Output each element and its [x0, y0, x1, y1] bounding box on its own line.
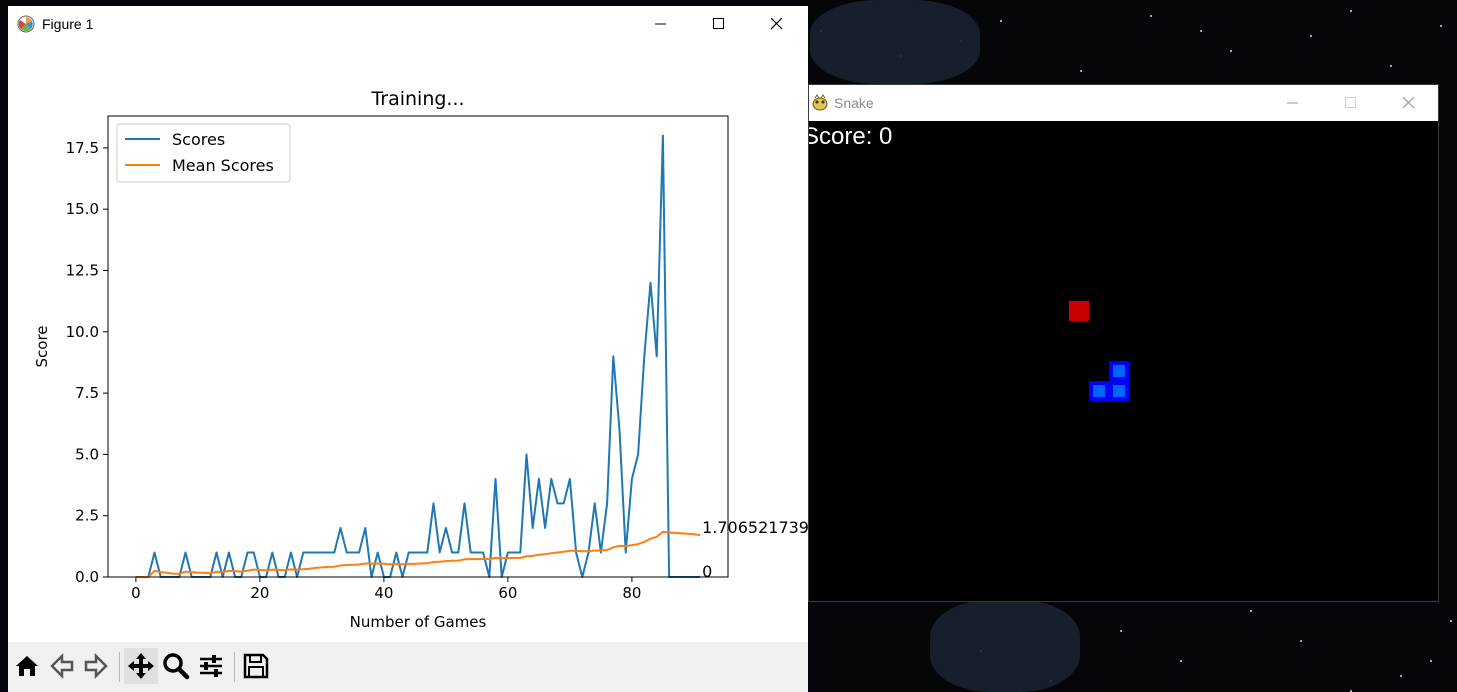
figure-title: Figure 1 — [42, 16, 94, 32]
pan-icon — [128, 653, 154, 679]
close-button[interactable] — [748, 6, 806, 42]
y-tick-label: 7.5 — [75, 384, 99, 402]
food-block — [1069, 301, 1089, 321]
forward-arrow-icon — [84, 652, 108, 680]
maximize-icon — [1345, 97, 1356, 108]
close-icon — [771, 18, 783, 30]
x-tick-label: 20 — [250, 584, 269, 602]
pygame-icon — [812, 94, 828, 111]
snake-head — [1109, 361, 1129, 381]
star — [1350, 10, 1352, 12]
y-tick-label: 0.0 — [75, 568, 99, 586]
star — [1080, 70, 1082, 72]
home-icon — [16, 656, 38, 676]
star — [1120, 630, 1122, 632]
chart-title: Training... — [370, 88, 464, 110]
pan-tool[interactable] — [124, 648, 158, 684]
y-tick-label: 10.0 — [66, 323, 99, 341]
x-tick-label: 40 — [374, 584, 393, 602]
x-tick-label: 80 — [622, 584, 641, 602]
save-icon — [243, 653, 269, 679]
star — [1430, 660, 1432, 662]
configure-subplots-tool[interactable] — [194, 648, 228, 684]
wallpaper-shape — [930, 600, 1080, 692]
maximize-button[interactable] — [690, 6, 748, 42]
snake-maximize-button[interactable] — [1322, 85, 1380, 121]
star — [1180, 660, 1182, 662]
minimize-icon — [655, 23, 666, 25]
star — [1300, 640, 1302, 642]
legend-label: Scores — [172, 130, 225, 149]
star — [1200, 30, 1202, 32]
star — [1000, 20, 1002, 22]
sliders-icon — [200, 655, 222, 677]
zoom-icon — [163, 653, 190, 680]
back-tool[interactable] — [45, 648, 79, 684]
save-tool[interactable] — [239, 648, 273, 684]
star — [1310, 35, 1312, 37]
maximize-icon — [713, 18, 724, 29]
star — [1250, 610, 1252, 612]
y-tick-label: 5.0 — [75, 445, 99, 463]
snake-title: Snake — [834, 95, 874, 111]
series-line-scores — [135, 134, 701, 578]
snake-minimize-button[interactable] — [1264, 85, 1322, 121]
game-canvas[interactable]: Score: 0 — [809, 121, 1438, 601]
y-tick-label: 15.0 — [66, 200, 99, 218]
matplotlib-icon — [17, 15, 35, 33]
y-tick-label: 12.5 — [66, 261, 99, 279]
legend-label: Mean Scores — [172, 156, 274, 175]
home-tool[interactable] — [10, 648, 44, 684]
line-chart: 0 20 40 60 80 0.0 2.5 5.0 7.5 10.0 12.5 15.0 17.5 Tra… — [33, 88, 829, 631]
x-tick-label: 60 — [498, 584, 517, 602]
back-arrow-icon — [50, 652, 74, 680]
score-label: Score: 0 — [809, 123, 893, 150]
star — [1440, 25, 1442, 27]
toolbar-separator — [119, 652, 120, 682]
snake-window[interactable]: Snake Score: 0 — [808, 84, 1439, 602]
star — [1390, 65, 1392, 67]
star — [1400, 675, 1402, 677]
value-annotation: 0 — [702, 562, 712, 581]
close-icon — [1403, 97, 1415, 109]
forward-tool[interactable] — [79, 648, 113, 684]
snake-close-button[interactable] — [1380, 85, 1438, 121]
plot-canvas[interactable]: 0 20 40 60 80 0.0 2.5 5.0 7.5 10.0 12.5 15.0 17.5 Tra… — [8, 42, 829, 642]
zoom-tool[interactable] — [159, 648, 193, 684]
x-tick-label: 0 — [131, 584, 141, 602]
value-annotation: 1.70652173913 — [702, 518, 808, 537]
y-tick-label: 2.5 — [75, 507, 99, 525]
navigation-toolbar — [8, 642, 808, 692]
snake-segment — [1109, 381, 1129, 401]
figure-window[interactable]: Figure 1 0 20 40 60 80 0.0 2.5 5.0 7.5 10.0 12.5 15… — [8, 6, 829, 692]
minimize-button[interactable] — [632, 6, 690, 42]
y-axis-label: Score — [33, 325, 51, 367]
snake-titlebar[interactable]: Snake — [809, 85, 1438, 121]
star — [1450, 620, 1452, 622]
x-axis-label: Number of Games — [350, 613, 487, 631]
star — [1150, 15, 1152, 17]
toolbar-separator — [234, 652, 235, 682]
axes-frame — [107, 115, 729, 578]
y-tick-label: 17.5 — [66, 139, 99, 157]
star — [1230, 50, 1232, 52]
minimize-icon — [1287, 102, 1298, 104]
figure-titlebar[interactable]: Figure 1 — [8, 6, 808, 42]
snake-segment — [1089, 381, 1109, 401]
wallpaper-shape — [810, 0, 980, 84]
